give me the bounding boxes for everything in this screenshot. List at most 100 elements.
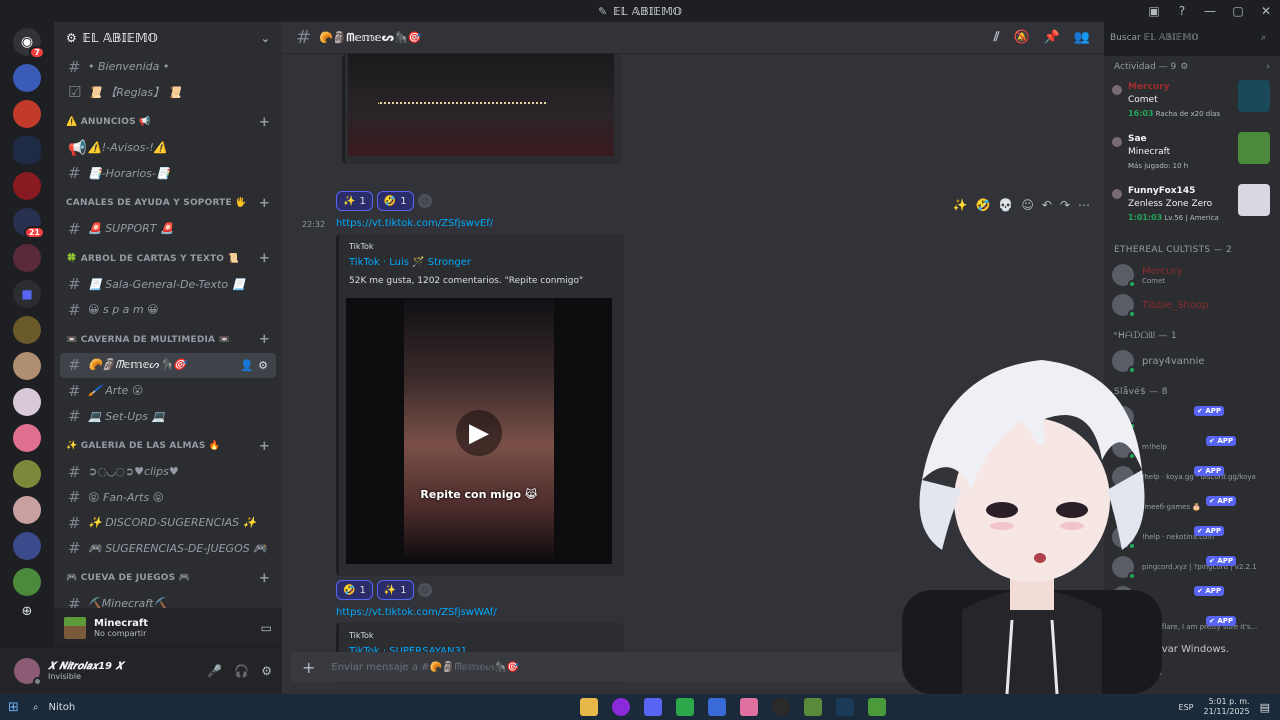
member-row[interactable]: pray4vannie — [1104, 346, 1280, 376]
reaction-sparkles[interactable]: ✨ 1 — [376, 580, 414, 600]
channel-item[interactable]: # 🎮 SUGERENCIAS-DE-JUEGOS 🎮 — [60, 536, 276, 562]
member-row[interactable]: Tibbie_Shoop — [1104, 290, 1280, 320]
guild-header[interactable]: ⚙ 𝔼𝕃 𝔸𝔹𝕀𝔼𝕄𝕆 ⌄ — [54, 22, 282, 54]
file-explorer-icon[interactable] — [580, 698, 598, 716]
member-row[interactable]: ✔ APP — [1104, 402, 1280, 432]
attach-plus-icon[interactable]: + — [302, 658, 315, 677]
activity-card[interactable]: FunnyFox145 Zenless Zone Zero 1:01:03 Lv.5… — [1104, 182, 1280, 234]
channel-item[interactable]: # 🖌️ Arte 😮 — [60, 378, 276, 404]
app-icon[interactable] — [804, 698, 822, 716]
member-row[interactable]: pingcord.xyz | ?pingcord | v2.2.1 ✔ APP — [1104, 552, 1280, 582]
member-row[interactable]: Mercury Comet — [1104, 260, 1280, 290]
opera-icon[interactable] — [612, 698, 630, 716]
add-server-button[interactable]: ⊕ — [13, 604, 41, 632]
channel-item[interactable]: # 💻 Set-Ups 💻 — [60, 404, 276, 430]
server-icon[interactable] — [13, 424, 41, 452]
category-header[interactable]: ✨ GALERIA DE LAS ALMAS 🔥 + — [60, 433, 276, 459]
category-header[interactable]: ⚠️ ANUNCIOS 📢 + — [60, 109, 276, 135]
sparkle-reaction-icon[interactable]: ✨ — [953, 198, 968, 212]
server-icon[interactable] — [13, 100, 41, 128]
home-button[interactable]: ◉ 7 — [13, 28, 45, 59]
channel-item[interactable]: # • Bienvenida • — [60, 54, 276, 80]
screen-share-icon[interactable]: ▭ — [261, 621, 272, 635]
headphones-icon[interactable]: 🎧 — [234, 664, 249, 678]
server-icon[interactable] — [13, 64, 41, 92]
channel-item[interactable]: # ✨ DISCORD-SUGERENCIAS ✨ — [60, 510, 276, 536]
member-row[interactable]: /help · koya.gg · discord.gg/koya ✔ APP — [1104, 462, 1280, 492]
server-folder[interactable]: 21 — [13, 208, 45, 239]
notifications-icon[interactable]: ▤ — [1260, 701, 1270, 714]
server-folder[interactable] — [13, 244, 41, 272]
channel-item[interactable]: 📢 ⚠️!-Avisos-!⚠️ — [60, 135, 276, 161]
server-folder[interactable] — [13, 532, 41, 560]
activity-card[interactable]: Sae Minecraft Más jugado: 10 h — [1104, 130, 1280, 182]
skull-reaction-icon[interactable]: 💀 — [998, 198, 1013, 212]
activity-card[interactable]: Mercury Comet 16:03 Racha de x20 días — [1104, 78, 1280, 130]
reaction-laugh[interactable]: 🤣 1 — [376, 191, 414, 211]
inbox-icon[interactable]: ▣ — [1140, 4, 1168, 18]
member-row[interactable]: !help · nekotina.com ✔ APP — [1104, 522, 1280, 552]
obs-icon[interactable] — [772, 698, 790, 716]
channel-item[interactable]: # ➲◌◡◌➲♥clips♥ — [60, 459, 276, 485]
gear-icon[interactable]: ⚙ — [258, 359, 268, 372]
microphone-icon[interactable]: 🎤 — [207, 664, 222, 678]
member-row[interactable]: ✔ APP — [1104, 582, 1280, 612]
video-player[interactable]: ▶ Repite con migo 😹 — [346, 298, 612, 564]
add-channel-icon[interactable]: + — [259, 196, 270, 211]
server-icon[interactable] — [13, 388, 41, 416]
composer-input[interactable]: Enviar mensaje a #🥐🗿ᗰ𝕖𝕞𝕖ᔕ🦍🎯 — [331, 662, 519, 673]
minecraft-icon[interactable] — [868, 698, 886, 716]
add-channel-icon[interactable]: + — [259, 439, 270, 454]
discord-icon[interactable] — [644, 698, 662, 716]
channel-item[interactable]: ☑ 📜 【Reglas】 📜 — [60, 80, 276, 106]
message-link[interactable]: https://vt.tiktok.com/ZSfjswWAf/ — [336, 607, 497, 618]
language-indicator[interactable]: ESP — [1179, 703, 1194, 712]
category-header[interactable]: 📼 CAVERNA DE MULTIMEDIA 📼 + — [60, 327, 276, 353]
channel-item[interactable]: # 📑-Horarios-📑 — [60, 161, 276, 187]
settings-icon[interactable]: ⚙ — [261, 664, 272, 678]
add-reaction-icon[interactable]: ☺ — [417, 194, 432, 208]
server-folder[interactable] — [13, 568, 41, 596]
message-link[interactable]: https://vt.tiktok.com/ZSfjswvEf/ — [336, 218, 493, 229]
member-row[interactable]: m!help ✔ APP — [1104, 432, 1280, 462]
avatar[interactable] — [14, 658, 42, 686]
reply-icon[interactable]: ↶ — [1042, 198, 1052, 212]
video-embed[interactable] — [342, 54, 622, 164]
category-header[interactable]: 🍀 ARBOL DE CARTAS Y TEXTO 📜 + — [60, 246, 276, 272]
app-icon[interactable] — [740, 698, 758, 716]
channel-item[interactable]: # 😀 s p a m 😀 — [60, 297, 276, 323]
taskbar-search[interactable]: ⌕ Nitoh — [33, 702, 75, 713]
add-channel-icon[interactable]: + — [259, 115, 270, 130]
video-thumbnail[interactable] — [348, 54, 614, 156]
more-icon[interactable]: ⋯ — [1078, 198, 1090, 212]
minimize-button[interactable]: — — [1196, 4, 1224, 18]
help-icon[interactable]: ? — [1168, 4, 1196, 18]
pin-icon[interactable]: 📌 — [1044, 30, 1060, 45]
steam-icon[interactable] — [836, 698, 854, 716]
forward-icon[interactable]: ↷ — [1060, 198, 1070, 212]
add-channel-icon[interactable]: + — [259, 332, 270, 347]
laugh-reaction-icon[interactable]: 🤣 — [975, 198, 990, 212]
member-row[interactable]: ...oudflare, I am pretty sure it's... ✔ A… — [1104, 612, 1280, 642]
server-icon[interactable] — [13, 496, 41, 524]
members-icon[interactable]: 👥 — [1074, 30, 1090, 45]
member-row[interactable]: /meeб-games 🎂 ✔ APP — [1104, 492, 1280, 522]
add-channel-icon[interactable]: + — [259, 251, 270, 266]
category-header[interactable]: CANALES DE AYUDA Y SOPORTE 🖐️ + — [60, 190, 276, 216]
folder-icon[interactable]: ■ — [13, 280, 41, 308]
server-icon[interactable] — [13, 316, 41, 344]
add-channel-icon[interactable]: + — [259, 571, 270, 586]
notifications-icon[interactable]: 🔕 — [1013, 30, 1029, 45]
add-reaction-icon[interactable]: ☺ — [1021, 198, 1034, 212]
threads-icon[interactable]: ⫽ — [994, 30, 1000, 45]
channel-item[interactable]: # 🚨 SUPPORT 🚨 — [60, 216, 276, 242]
clock[interactable]: 5:01 p. m. 21/11/2025 — [1203, 697, 1249, 717]
search-input[interactable]: Buscar 𝔼𝕃 𝔸𝔹𝕀𝔼𝕄𝕆 ⌕ — [1104, 28, 1272, 48]
server-icon-active[interactable] — [13, 136, 41, 164]
play-icon[interactable]: ▶ — [456, 410, 502, 456]
add-reaction-icon[interactable]: ☺ — [417, 583, 432, 597]
app-icon[interactable] — [708, 698, 726, 716]
server-icon[interactable] — [13, 460, 41, 488]
reaction-sparkles[interactable]: ✨ 1 — [336, 191, 373, 211]
channel-item-active[interactable]: # 🥐🗿ᗰ𝕖𝕞𝕖ᔕ🦍🎯 👤 ⚙ — [60, 352, 276, 378]
